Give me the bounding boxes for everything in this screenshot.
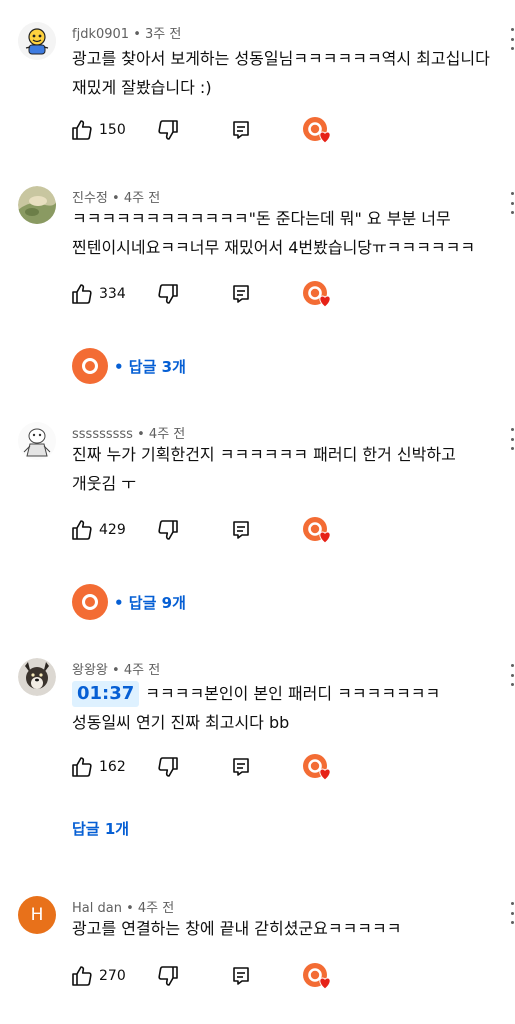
- thumbs-up-icon: [72, 120, 92, 140]
- avatar-letter: H: [30, 905, 44, 925]
- reply-icon: [233, 967, 249, 985]
- comment-actions: 429: [70, 515, 370, 545]
- comment-meta: 왕왕왕 • 4주 전: [72, 659, 160, 678]
- comment-text: ㅋㅋㅋㅋㅋㅋㅋㅋㅋㅋㅋㅋ"돈 준다는데 뭐" 요 부분 너무 찐텐이시네요ㅋㅋ너…: [72, 209, 476, 257]
- view-replies-button[interactable]: 답글 1개: [72, 810, 129, 846]
- creator-heart-badge: [302, 115, 334, 145]
- dog-avatar-icon: [18, 658, 56, 696]
- comment-text: 진짜 누가 기획한건지 ㅋㅋㅋㅋㅋㅋ 패러디 한거 신박하고 개웃김 ㅜ: [72, 445, 456, 493]
- replies-label[interactable]: • 답글 9개: [114, 592, 186, 613]
- comment-actions: 334: [70, 279, 370, 309]
- comment-age[interactable]: 4주 전: [124, 663, 160, 678]
- cartoon-avatar-icon: [18, 22, 56, 60]
- reply-button[interactable]: [230, 115, 252, 145]
- comment-actions: 270: [70, 961, 370, 991]
- comment-actions: 162: [70, 752, 370, 782]
- reply-icon: [233, 121, 249, 139]
- comment-actions: 150: [70, 115, 370, 145]
- reply-button[interactable]: [230, 752, 252, 782]
- separator: •: [112, 663, 120, 678]
- author-name[interactable]: 왕왕왕: [72, 663, 108, 678]
- thumbs-down-icon: [158, 284, 178, 304]
- like-button[interactable]: 429: [70, 515, 126, 545]
- creator-heart-icon: [303, 754, 331, 781]
- thumbs-up-icon: [72, 284, 92, 304]
- like-button[interactable]: 162: [70, 752, 126, 782]
- avatar[interactable]: [18, 422, 56, 460]
- more-options-icon[interactable]: [509, 28, 515, 50]
- reply-button[interactable]: [230, 961, 252, 991]
- thumbs-up-icon: [72, 757, 92, 777]
- thumbs-down-icon: [158, 966, 178, 986]
- like-count: 270: [99, 968, 126, 984]
- reply-icon: [233, 758, 249, 776]
- comment-text: 광고를 연결하는 창에 끝내 갇히셨군요ㅋㅋㅋㅋㅋ: [72, 919, 402, 938]
- thumbs-up-icon: [72, 966, 92, 986]
- dislike-button[interactable]: [156, 279, 180, 309]
- replies-label[interactable]: • 답글 3개: [114, 356, 186, 377]
- channel-avatar-icon: [72, 584, 108, 620]
- like-button[interactable]: 334: [70, 279, 126, 309]
- comment-body: 01:37 ㅋㅋㅋㅋ본인이 본인 패러디 ㅋㅋㅋㅋㅋㅋㅋ 성동일씨 연기 진짜 최…: [72, 679, 504, 737]
- like-button[interactable]: 150: [70, 115, 126, 145]
- like-count: 429: [99, 522, 126, 538]
- avatar[interactable]: [18, 186, 56, 224]
- separator: •: [133, 27, 141, 42]
- more-options-icon[interactable]: [509, 428, 515, 450]
- dislike-button[interactable]: [156, 961, 180, 991]
- reply-icon: [233, 285, 249, 303]
- creator-heart-badge: [302, 279, 334, 309]
- creator-heart-icon: [303, 117, 331, 144]
- photo-avatar-icon: [18, 186, 56, 224]
- reply-icon: [233, 521, 249, 539]
- creator-heart-badge: [302, 961, 334, 991]
- creator-heart-badge: [302, 515, 334, 545]
- comment-text: 광고를 찾아서 보게하는 성동일님ㅋㅋㅋㅋㅋㅋ역시 최고십니다 재밌게 잘봤습니…: [72, 49, 490, 97]
- sketch-avatar-icon: [18, 422, 56, 460]
- replies-label[interactable]: 답글 1개: [72, 818, 129, 839]
- creator-heart-icon: [303, 281, 331, 308]
- like-count: 150: [99, 122, 126, 138]
- avatar[interactable]: [18, 658, 56, 696]
- dislike-button[interactable]: [156, 115, 180, 145]
- creator-heart-badge: [302, 752, 334, 782]
- like-count: 334: [99, 286, 126, 302]
- more-options-icon[interactable]: [509, 902, 515, 924]
- view-replies-button[interactable]: • 답글 9개: [72, 584, 186, 620]
- channel-avatar-icon: [72, 348, 108, 384]
- reply-button[interactable]: [230, 515, 252, 545]
- thumbs-down-icon: [158, 757, 178, 777]
- video-timestamp-link[interactable]: 01:37: [72, 681, 140, 707]
- dislike-button[interactable]: [156, 515, 180, 545]
- view-replies-button[interactable]: • 답글 3개: [72, 348, 186, 384]
- thumbs-up-icon: [72, 520, 92, 540]
- comment-age[interactable]: 3주 전: [145, 27, 181, 42]
- creator-heart-icon: [303, 963, 331, 990]
- dislike-button[interactable]: [156, 752, 180, 782]
- reply-button[interactable]: [230, 279, 252, 309]
- creator-heart-icon: [303, 517, 331, 544]
- comment-meta: fjdk0901 • 3주 전: [72, 23, 181, 42]
- more-options-icon[interactable]: [509, 664, 515, 686]
- avatar[interactable]: H: [18, 896, 56, 934]
- author-name[interactable]: fjdk0901: [72, 27, 129, 42]
- thumbs-down-icon: [158, 120, 178, 140]
- more-options-icon[interactable]: [509, 192, 515, 214]
- like-count: 162: [99, 759, 126, 775]
- avatar[interactable]: [18, 22, 56, 60]
- like-button[interactable]: 270: [70, 961, 126, 991]
- thumbs-down-icon: [158, 520, 178, 540]
